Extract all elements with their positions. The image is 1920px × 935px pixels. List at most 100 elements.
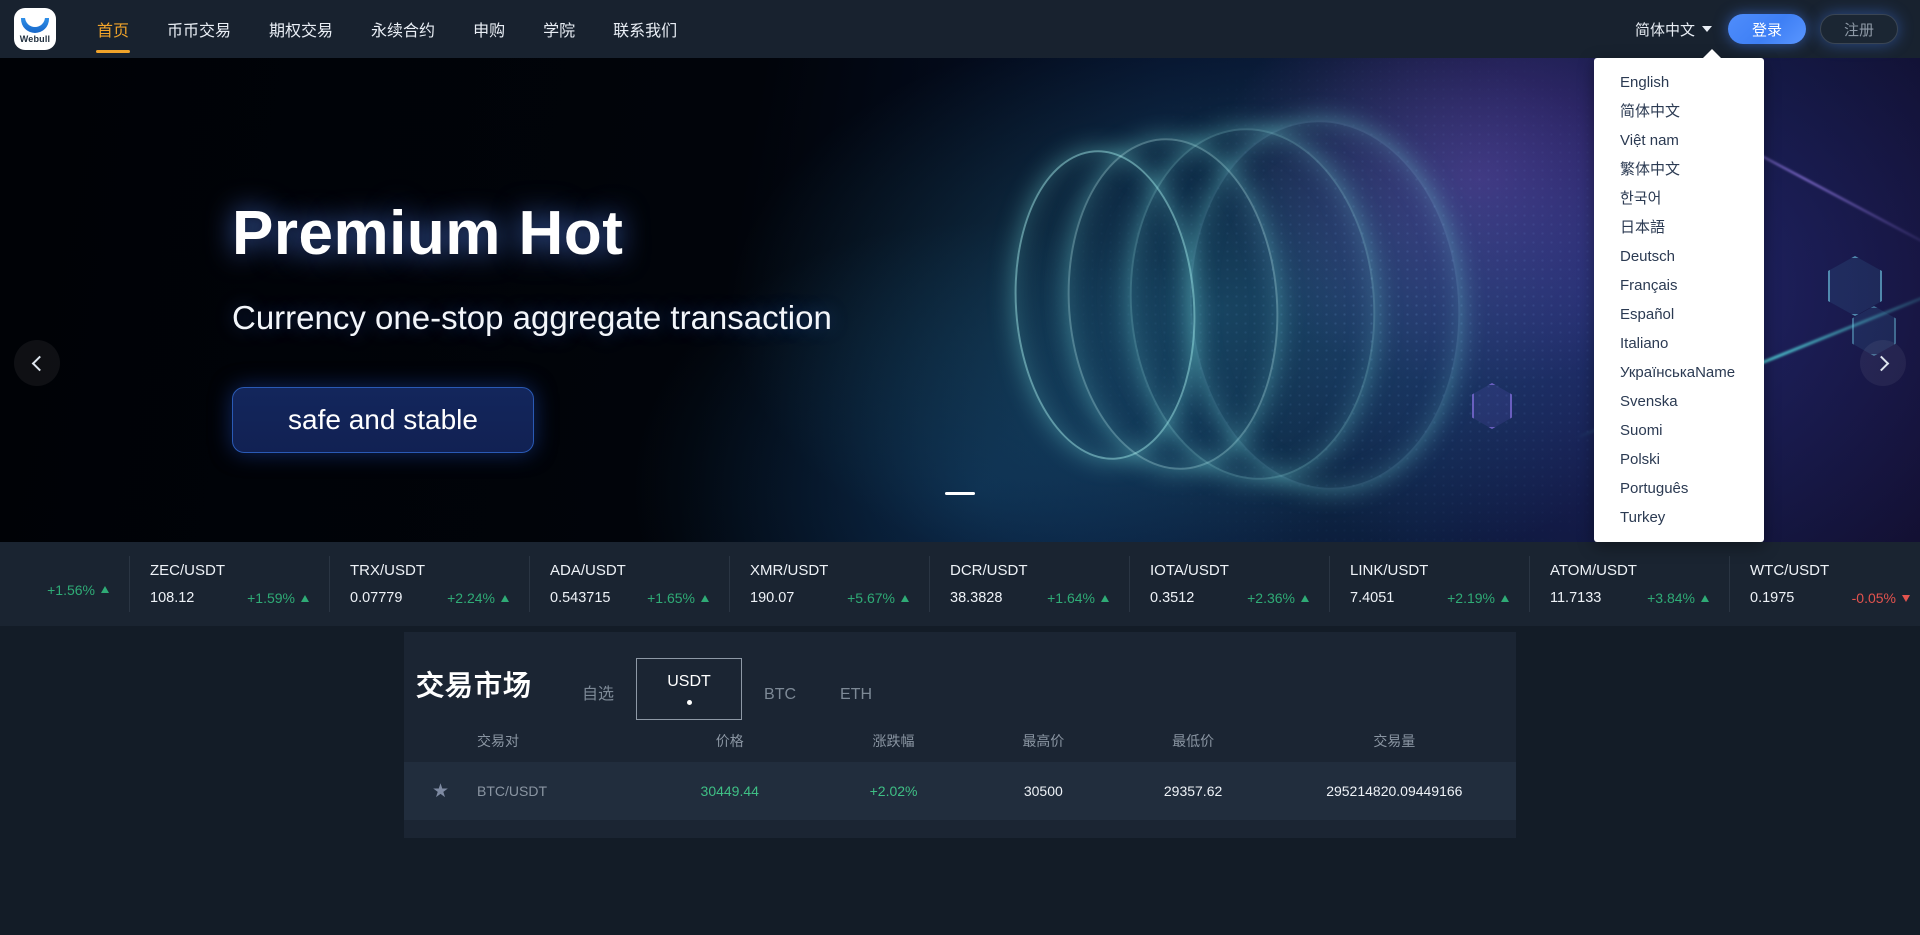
ticker-change-value: +2.24%	[447, 590, 495, 606]
language-option-swedish[interactable]: Svenska	[1594, 387, 1764, 416]
ticker-price: 38.3828	[950, 590, 1003, 606]
ticker-item-xmr-usdt[interactable]: XMR/USDT 190.07 +5.67%	[730, 556, 930, 612]
language-option-turkish[interactable]: Turkey	[1594, 503, 1764, 532]
language-option-traditional-chinese[interactable]: 繁体中文	[1594, 155, 1764, 184]
ticker-change: +2.24%	[447, 590, 509, 606]
arrow-up-icon	[301, 594, 309, 602]
table-row[interactable]: ★ BTC/USDT 30449.44 +2.02% 30500 29357.6…	[404, 762, 1516, 820]
ticker-item-clipped[interactable]: +1.56%	[0, 556, 130, 612]
arrow-up-icon	[901, 594, 909, 602]
ticker-change-value: +1.65%	[647, 590, 695, 606]
arrow-up-icon	[1701, 594, 1709, 602]
language-option-italian[interactable]: Italiano	[1594, 329, 1764, 358]
language-option-simplified-chinese[interactable]: 简体中文	[1594, 97, 1764, 126]
language-option-vietnamese[interactable]: Việt nam	[1594, 126, 1764, 155]
arrow-up-icon	[1501, 594, 1509, 602]
ticker-values: +1.56%	[0, 582, 109, 598]
market-table: 交易对 价格 涨跌幅 最高价 最低价 交易量 ★ BTC/USDT 30449.…	[404, 720, 1516, 838]
hero-subtitle: Currency one-stop aggregate transaction	[232, 299, 832, 336]
ticker-item-atom-usdt[interactable]: ATOM/USDT 11.7133 +3.84%	[1530, 556, 1730, 612]
ticker-price: 0.543715	[550, 590, 611, 606]
ticker-change-value: +1.64%	[1047, 590, 1095, 606]
language-option-spanish[interactable]: Español	[1594, 300, 1764, 329]
ticker-change: -0.05%	[1852, 590, 1910, 606]
ticker-values: 0.3512 +2.36%	[1150, 590, 1309, 606]
column-header-low[interactable]: 最低价	[1114, 731, 1273, 751]
language-option-french[interactable]: Français	[1594, 271, 1764, 300]
nav-item-contact-us[interactable]: 联系我们	[594, 0, 696, 58]
cell-change: +2.02%	[869, 783, 918, 799]
ticker-change: +2.19%	[1447, 590, 1509, 606]
column-header-volume[interactable]: 交易量	[1273, 731, 1516, 751]
language-option-ukrainian[interactable]: УкраїнськаName	[1594, 358, 1764, 387]
carousel-dot-1[interactable]	[945, 492, 975, 495]
tab-eth[interactable]: ETH	[818, 686, 894, 704]
ticker-item-dcr-usdt[interactable]: DCR/USDT 38.3828 +1.64%	[930, 556, 1130, 612]
nav-item-spot-trading[interactable]: 币币交易	[148, 0, 250, 58]
arrow-up-icon	[1301, 594, 1309, 602]
ticker-change: +2.36%	[1247, 590, 1309, 606]
ticker-item-link-usdt[interactable]: LINK/USDT 7.4051 +2.19%	[1330, 556, 1530, 612]
chevron-down-icon	[1702, 26, 1712, 32]
nav-item-home[interactable]: 首页	[78, 0, 148, 58]
ticker-change: +1.56%	[47, 582, 109, 598]
language-option-finnish[interactable]: Suomi	[1594, 416, 1764, 445]
webull-moon-logo-icon: Webull	[14, 8, 56, 50]
language-option-japanese[interactable]: 日本語	[1594, 213, 1764, 242]
language-dropdown-menu[interactable]: English 简体中文 Việt nam 繁体中文 한국어 日本語 Deuts…	[1594, 49, 1764, 542]
language-option-korean[interactable]: 한국어	[1594, 184, 1764, 213]
language-option-portuguese[interactable]: Português	[1594, 474, 1764, 503]
carousel-next-button[interactable]	[1860, 340, 1906, 386]
nav-item-subscription[interactable]: 申购	[454, 0, 524, 58]
tab-usdt[interactable]: USDT	[636, 658, 743, 720]
ticker-item-wtc-usdt[interactable]: WTC/USDT 0.1975 -0.05%	[1730, 556, 1920, 612]
ticker-change-value: +5.67%	[847, 590, 895, 606]
ticker-values: 11.7133 +3.84%	[1550, 590, 1709, 606]
ticker-price: 0.1975	[1750, 590, 1795, 606]
ticker-item-trx-usdt[interactable]: TRX/USDT 0.07779 +2.24%	[330, 556, 530, 612]
price-ticker-bar[interactable]: +1.56% ZEC/USDT 108.12 +1.59% TRX/USDT 0…	[0, 542, 1920, 626]
ticker-change: +1.59%	[247, 590, 309, 606]
ticker-price: 190.07	[750, 590, 795, 606]
language-option-polish[interactable]: Polski	[1594, 445, 1764, 474]
hero-cta-button[interactable]: safe and stable	[232, 387, 534, 453]
ticker-change: +3.84%	[1647, 590, 1709, 606]
ticker-price: 0.07779	[350, 590, 403, 606]
ticker-item-ada-usdt[interactable]: ADA/USDT 0.543715 +1.65%	[530, 556, 730, 612]
hero-title: Premium Hot	[232, 199, 624, 268]
ticker-item-zec-usdt[interactable]: ZEC/USDT 108.12 +1.59%	[130, 556, 330, 612]
brand-logo[interactable]: Webull	[14, 8, 56, 50]
tab-active-dot-icon	[686, 700, 692, 705]
market-title: 交易市场	[416, 670, 533, 701]
nav-item-academy[interactable]: 学院	[524, 0, 594, 58]
ticker-values: 0.543715 +1.65%	[550, 590, 709, 606]
column-header-price[interactable]: 价格	[646, 731, 814, 751]
language-option-english[interactable]: English	[1594, 68, 1764, 97]
column-header-change[interactable]: 涨跌幅	[814, 731, 973, 751]
nav-item-options-trading[interactable]: 期权交易	[250, 0, 352, 58]
cell-pair: BTC/USDT	[477, 783, 548, 799]
tab-btc[interactable]: BTC	[742, 686, 818, 704]
market-table-header: 交易对 价格 涨跌幅 最高价 最低价 交易量	[404, 720, 1516, 762]
column-header-high[interactable]: 最高价	[973, 731, 1113, 751]
ticker-price: 7.4051	[1350, 590, 1395, 606]
nav-links: 首页 币币交易 期权交易 永续合约 申购 学院 联系我们	[78, 0, 696, 58]
language-selector[interactable]: 简体中文	[1633, 15, 1714, 44]
ticker-change-value: +3.84%	[1647, 590, 1695, 606]
register-button[interactable]: 注册	[1820, 14, 1898, 44]
favorite-toggle[interactable]: ★	[404, 780, 477, 803]
ticker-price: 0.3512	[1150, 590, 1195, 606]
language-option-german[interactable]: Deutsch	[1594, 242, 1764, 271]
ticker-symbol: WTC/USDT	[1750, 562, 1830, 579]
carousel-prev-button[interactable]	[14, 340, 60, 386]
tab-favorites[interactable]: 自选	[560, 680, 636, 704]
ticker-symbol: ADA/USDT	[550, 562, 626, 579]
hero-content: Premium Hot Currency one-stop aggregate …	[232, 198, 832, 453]
nav-item-perpetual-contract[interactable]: 永续合约	[352, 0, 454, 58]
market-header: 交易市场 自选 USDT BTC ETH	[404, 632, 1516, 720]
arrow-up-icon	[701, 594, 709, 602]
ticker-item-iota-usdt[interactable]: IOTA/USDT 0.3512 +2.36%	[1130, 556, 1330, 612]
ticker-values: 38.3828 +1.64%	[950, 590, 1109, 606]
market-section: 交易市场 自选 USDT BTC ETH 交易对 价格 涨跌幅 最高价 最低价 …	[0, 626, 1920, 838]
login-button[interactable]: 登录	[1728, 14, 1806, 44]
